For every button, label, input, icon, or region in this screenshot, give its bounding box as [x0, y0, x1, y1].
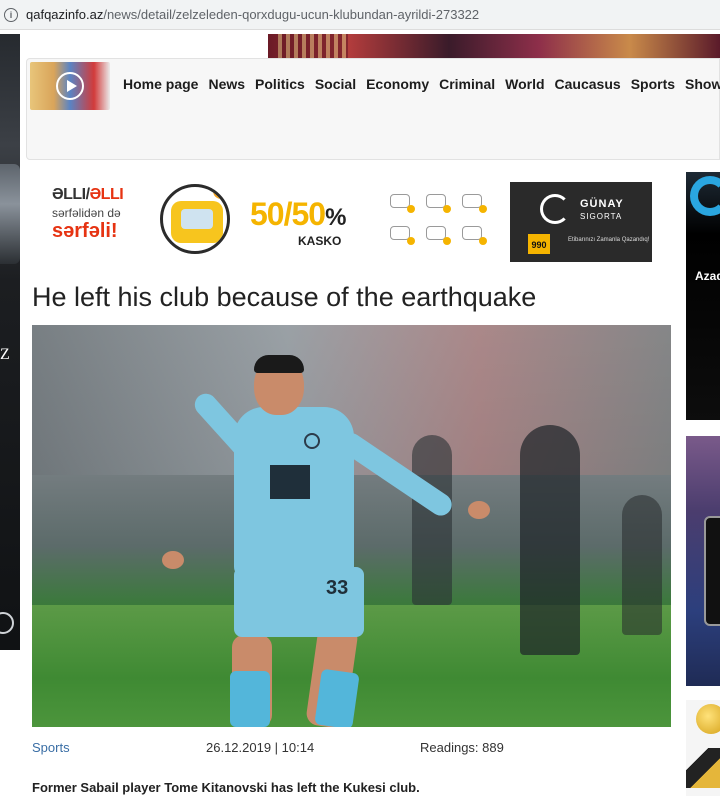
- site-header: Home page News Politics Social Economy C…: [26, 58, 720, 160]
- gunay-logo-icon: [540, 194, 570, 224]
- alli-ad[interactable]: ƏLLI/ƏLLI sərfəlidən də sərfəli!: [52, 186, 142, 256]
- jersey-number: 33: [326, 577, 349, 599]
- article-photo[interactable]: 33: [32, 325, 671, 727]
- video-thumbnail[interactable]: [30, 62, 110, 110]
- insurance-icons-grid[interactable]: [390, 194, 490, 250]
- article-meta: Sports 26.12.2019 | 10:14 Readings: 889: [32, 740, 671, 758]
- nav-home[interactable]: Home page: [123, 76, 198, 92]
- car-insurance-icon: [390, 194, 415, 213]
- nav-caucasus[interactable]: Caucasus: [555, 76, 621, 92]
- accident-insurance-icon: [426, 194, 451, 213]
- nav-politics[interactable]: Politics: [255, 76, 305, 92]
- right-ad-text: Azad (+99 (+99: [695, 269, 720, 283]
- sponsor-logo-icon: [270, 465, 310, 499]
- alli-ad-word: ƏLLI/: [52, 186, 90, 203]
- coin-image: [696, 704, 720, 734]
- right-side-ad-2[interactable]: [686, 436, 720, 686]
- kasko-ad-label: KASKO: [298, 234, 342, 248]
- kasko-ad-big: 50/50: [250, 196, 326, 232]
- crash-insurance-icon: [426, 226, 451, 245]
- alli-ad-word-red: ƏLLI: [89, 186, 124, 203]
- gunay-name: GÜNAY: [580, 198, 624, 210]
- nav-world[interactable]: World: [505, 76, 544, 92]
- kasko-ad-percent: %: [325, 204, 347, 231]
- left-side-ad[interactable]: Z: [0, 34, 20, 650]
- category-link[interactable]: Sports: [32, 740, 70, 755]
- nav-sports[interactable]: Sports: [631, 76, 675, 92]
- gunay-sub: SIGORTA: [580, 212, 623, 221]
- publish-date: 26.12.2019 | 10:14: [206, 740, 315, 755]
- phone-image: [704, 516, 720, 626]
- ornament-pattern: [278, 34, 348, 58]
- brand-logo-icon: [0, 612, 14, 634]
- alli-ad-line2: sərfəlidən də: [52, 206, 121, 220]
- url-path: /news/detail/zelzeleden-qorxdugu-ucun-kl…: [103, 7, 480, 22]
- readings-count: Readings: 889: [420, 740, 504, 755]
- bus-ad-icon[interactable]: [160, 184, 230, 254]
- money-insurance-icon: [462, 194, 487, 213]
- gunay-tagline: Etibarınızı Zamanla Qazandıq!: [568, 237, 650, 243]
- address-bar[interactable]: i qafqazinfo.az/news/detail/zelzeleden-q…: [0, 0, 720, 30]
- page: i qafqazinfo.az/news/detail/zelzeleden-q…: [0, 0, 720, 796]
- gunay-number: 990: [528, 234, 550, 254]
- alli-ad-line3: sərfəli!: [52, 220, 118, 242]
- football-player: 33: [162, 355, 492, 727]
- vehicle-insurance-icon: [462, 226, 487, 245]
- right-side-ad-3[interactable]: [686, 700, 720, 796]
- nav-criminal[interactable]: Criminal: [439, 76, 495, 92]
- gunay-sigorta-ad[interactable]: GÜNAY SIGORTA 990 Etibarınızı Zamanla Qa…: [510, 182, 652, 262]
- left-ad-letter: Z: [0, 346, 10, 363]
- nav-show[interactable]: Show: [685, 76, 720, 92]
- info-icon[interactable]: i: [4, 7, 18, 22]
- nav-news[interactable]: News: [208, 76, 245, 92]
- nav-social[interactable]: Social: [315, 76, 356, 92]
- right-side-ad-1[interactable]: Azad (+99 (+99: [686, 172, 720, 420]
- cash-insurance-icon: [390, 226, 415, 245]
- club-crest-icon: [304, 433, 320, 449]
- car-image: [0, 164, 20, 264]
- brand-logo-icon: [690, 176, 720, 216]
- play-icon[interactable]: [56, 72, 84, 100]
- nav-economy[interactable]: Economy: [366, 76, 429, 92]
- article-title: He left his club because of the earthqua…: [32, 282, 537, 312]
- kasko-ad[interactable]: 50/50% KASKO: [250, 196, 347, 248]
- article-lead: Former Sabail player Tome Kitanovski has…: [32, 780, 420, 795]
- main-nav: Home page News Politics Social Economy C…: [123, 76, 720, 92]
- top-banner-ad[interactable]: [268, 34, 720, 58]
- url-domain: qafqazinfo.az: [26, 7, 104, 22]
